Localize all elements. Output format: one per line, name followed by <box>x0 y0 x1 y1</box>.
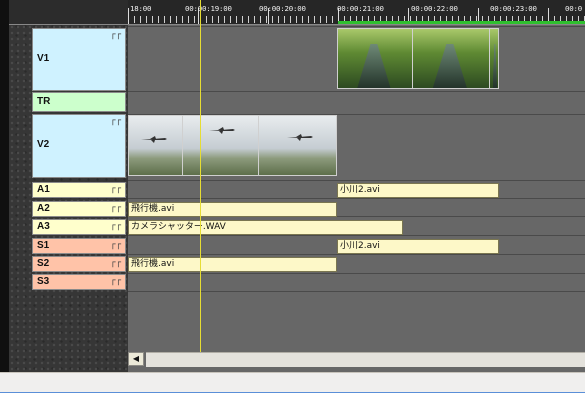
clip-thumbnail <box>490 29 498 88</box>
track-header-v1[interactable]: V1 ┌┌ <box>32 28 126 91</box>
track-name: TR <box>37 96 51 107</box>
track-name: V1 <box>37 53 50 64</box>
ruler-header <box>9 0 128 25</box>
clip-s1[interactable]: 小川2.avi <box>337 239 499 254</box>
lane-separator <box>128 254 585 255</box>
lane-separator <box>128 26 585 27</box>
lane-separator <box>128 273 585 274</box>
airplane-icon <box>141 136 167 143</box>
ruler-timecode: 00:00:21:00 <box>337 4 384 13</box>
ruler-major-tick <box>128 8 129 24</box>
track-toggle-checks[interactable]: ┌┌ <box>110 222 121 231</box>
track-header-a1[interactable]: A1 ┌┌ <box>32 182 126 198</box>
ruler-timecode: 18:00 <box>130 4 152 13</box>
track-toggle-checks[interactable]: ┌┌ <box>110 204 121 213</box>
ruler-timecode: 00:00:20:00 <box>259 4 306 13</box>
audio-clip-a3[interactable]: カメラシャッター.WAV <box>128 220 403 235</box>
track-name: A1 <box>37 184 50 195</box>
lane-separator <box>128 180 585 181</box>
track-header-s2[interactable]: S2 ┌┌ <box>32 256 126 272</box>
track-header-s1[interactable]: S1 ┌┌ <box>32 238 126 254</box>
clip-thumbnail <box>183 116 259 175</box>
time-ruler[interactable]: 18:00 00:00:19:00 00:00:20:00 00:00:21:0… <box>128 0 585 25</box>
track-name: V2 <box>37 139 50 150</box>
audio-clip-a2[interactable]: 飛行機.avi <box>128 202 337 217</box>
airplane-icon <box>209 127 235 134</box>
video-clip-v1[interactable] <box>337 28 499 89</box>
timeline-editor: 18:00 00:00:19:00 00:00:20:00 00:00:21:0… <box>0 0 585 393</box>
horizontal-scrollbar[interactable] <box>146 352 585 367</box>
ruler-timecode: 00:00:23:00 <box>490 4 537 13</box>
clip-thumbnail <box>338 29 413 88</box>
scroll-left-button[interactable]: ◀ <box>128 352 144 366</box>
clip-s2[interactable]: 飛行機.avi <box>128 257 337 272</box>
track-toggle-checks[interactable]: ┌┌ <box>110 241 121 250</box>
lane-separator <box>128 291 585 292</box>
clip-thumbnail <box>259 116 336 175</box>
ruler-timecode: 00:00:19:00 <box>185 4 232 13</box>
track-name: A3 <box>37 221 50 232</box>
track-name: S1 <box>37 240 50 251</box>
left-edge-strip <box>0 0 9 372</box>
track-toggle-checks[interactable]: ┌┌ <box>110 277 121 286</box>
video-clip-v2[interactable] <box>128 115 337 176</box>
track-toggle-checks[interactable]: ┌┌ <box>110 31 121 40</box>
track-header-a3[interactable]: A3 ┌┌ <box>32 219 126 235</box>
clip-thumbnail <box>129 116 183 175</box>
track-toggle-checks[interactable]: ┌┌ <box>110 259 121 268</box>
track-header-tr[interactable]: TR <box>32 92 126 112</box>
ruler-timecode: 00:00:22:00 <box>411 4 458 13</box>
playhead-cursor[interactable] <box>200 0 201 352</box>
track-header-v2[interactable]: V2 ┌┌ <box>32 114 126 178</box>
track-header-s3[interactable]: S3 ┌┌ <box>32 274 126 290</box>
track-name: A2 <box>37 203 50 214</box>
airplane-icon <box>287 134 313 141</box>
track-name: S3 <box>37 276 50 287</box>
lane-separator <box>128 91 585 92</box>
track-header-a2[interactable]: A2 ┌┌ <box>32 201 126 217</box>
clip-thumbnail <box>413 29 490 88</box>
audio-clip-a1[interactable]: 小川2.avi <box>337 183 499 198</box>
ruler-range-highlight <box>338 21 585 24</box>
ruler-timecode: 00:0 <box>565 4 582 13</box>
status-bar <box>0 372 585 393</box>
lane-separator <box>128 235 585 236</box>
track-toggle-checks[interactable]: ┌┌ <box>110 117 121 126</box>
lane-separator <box>128 198 585 199</box>
track-toggle-checks[interactable]: ┌┌ <box>110 185 121 194</box>
track-name: S2 <box>37 258 50 269</box>
